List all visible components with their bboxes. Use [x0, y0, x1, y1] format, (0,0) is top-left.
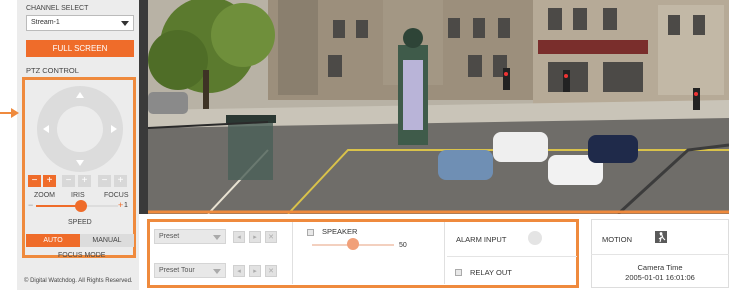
full-screen-button[interactable]: FULL SCREEN: [26, 40, 134, 57]
motion-icon: [655, 231, 667, 243]
divider: [591, 254, 729, 255]
pan-down-icon[interactable]: [76, 160, 84, 166]
channel-select-label: CHANNEL SELECT: [26, 5, 89, 12]
preset-select[interactable]: Preset: [154, 229, 226, 244]
speaker-volume-value: 50: [399, 242, 407, 249]
preset-delete-button[interactable]: ✕: [265, 231, 277, 243]
tour-stop-button[interactable]: ✕: [265, 265, 277, 277]
pan-right-icon[interactable]: [111, 125, 117, 133]
ptz-control-label: PTZ CONTROL: [26, 66, 79, 75]
speaker-checkbox[interactable]: [307, 229, 314, 236]
preset-tour-select-value: Preset Tour: [159, 267, 195, 274]
copyright-text: © Digital Watchdog. All Rights Reserved.: [24, 278, 133, 284]
zoom-label: ZOOM: [34, 192, 55, 199]
zoom-in-button[interactable]: +: [43, 175, 56, 187]
divider: [444, 222, 445, 284]
preset-select-value: Preset: [159, 233, 180, 240]
speed-increase-icon[interactable]: +: [118, 200, 123, 210]
motion-label: MOTION: [602, 235, 632, 244]
speed-slider-handle[interactable]: [75, 200, 88, 212]
preset-add-button[interactable]: ◂: [233, 231, 245, 243]
preset-go-button[interactable]: ▸: [249, 231, 261, 243]
speed-label: SPEED: [68, 219, 92, 226]
divider: [292, 222, 293, 284]
speed-decrease-icon[interactable]: −: [28, 200, 33, 210]
chevron-down-icon: [213, 269, 221, 274]
chevron-down-icon: [213, 235, 221, 240]
channel-select[interactable]: Stream-1: [26, 15, 134, 31]
tour-go-button[interactable]: ▸: [249, 265, 261, 277]
speed-value: 1: [124, 202, 128, 209]
live-video-feed[interactable]: [148, 0, 729, 214]
zoom-out-button[interactable]: −: [28, 175, 41, 187]
joystick-center[interactable]: [57, 106, 103, 152]
focus-label: FOCUS: [104, 192, 129, 199]
tour-start-button[interactable]: ◂: [233, 265, 245, 277]
relay-out-checkbox[interactable]: [455, 269, 462, 276]
speaker-volume-handle[interactable]: [347, 238, 359, 250]
divider: [447, 256, 577, 257]
arrow-right-icon: [0, 108, 19, 118]
focus-near-button[interactable]: −: [98, 175, 111, 187]
preset-tour-select[interactable]: Preset Tour: [154, 263, 226, 278]
focus-far-button[interactable]: +: [114, 175, 127, 187]
chevron-down-icon: [121, 21, 129, 26]
alarm-status-indicator: [528, 231, 542, 245]
camera-time-value: 2005-01-01 16:01:06: [625, 273, 695, 282]
focus-mode-label: FOCUS MODE: [58, 252, 106, 259]
iris-open-button[interactable]: +: [78, 175, 91, 187]
relay-out-label: RELAY OUT: [470, 268, 512, 277]
ptz-joystick-icon[interactable]: [37, 86, 123, 172]
focus-manual-button[interactable]: MANUAL: [80, 234, 134, 247]
iris-label: IRIS: [71, 192, 85, 199]
channel-select-value: Stream-1: [31, 19, 60, 26]
alarm-input-label: ALARM INPUT: [456, 235, 507, 244]
speaker-label: SPEAKER: [322, 227, 358, 236]
pan-left-icon[interactable]: [43, 125, 49, 133]
street-scene-image: [148, 0, 729, 214]
focus-auto-button[interactable]: AUTO: [26, 234, 80, 247]
camera-time-label: Camera Time: [637, 263, 683, 272]
iris-close-button[interactable]: −: [62, 175, 75, 187]
pan-up-icon[interactable]: [76, 92, 84, 98]
